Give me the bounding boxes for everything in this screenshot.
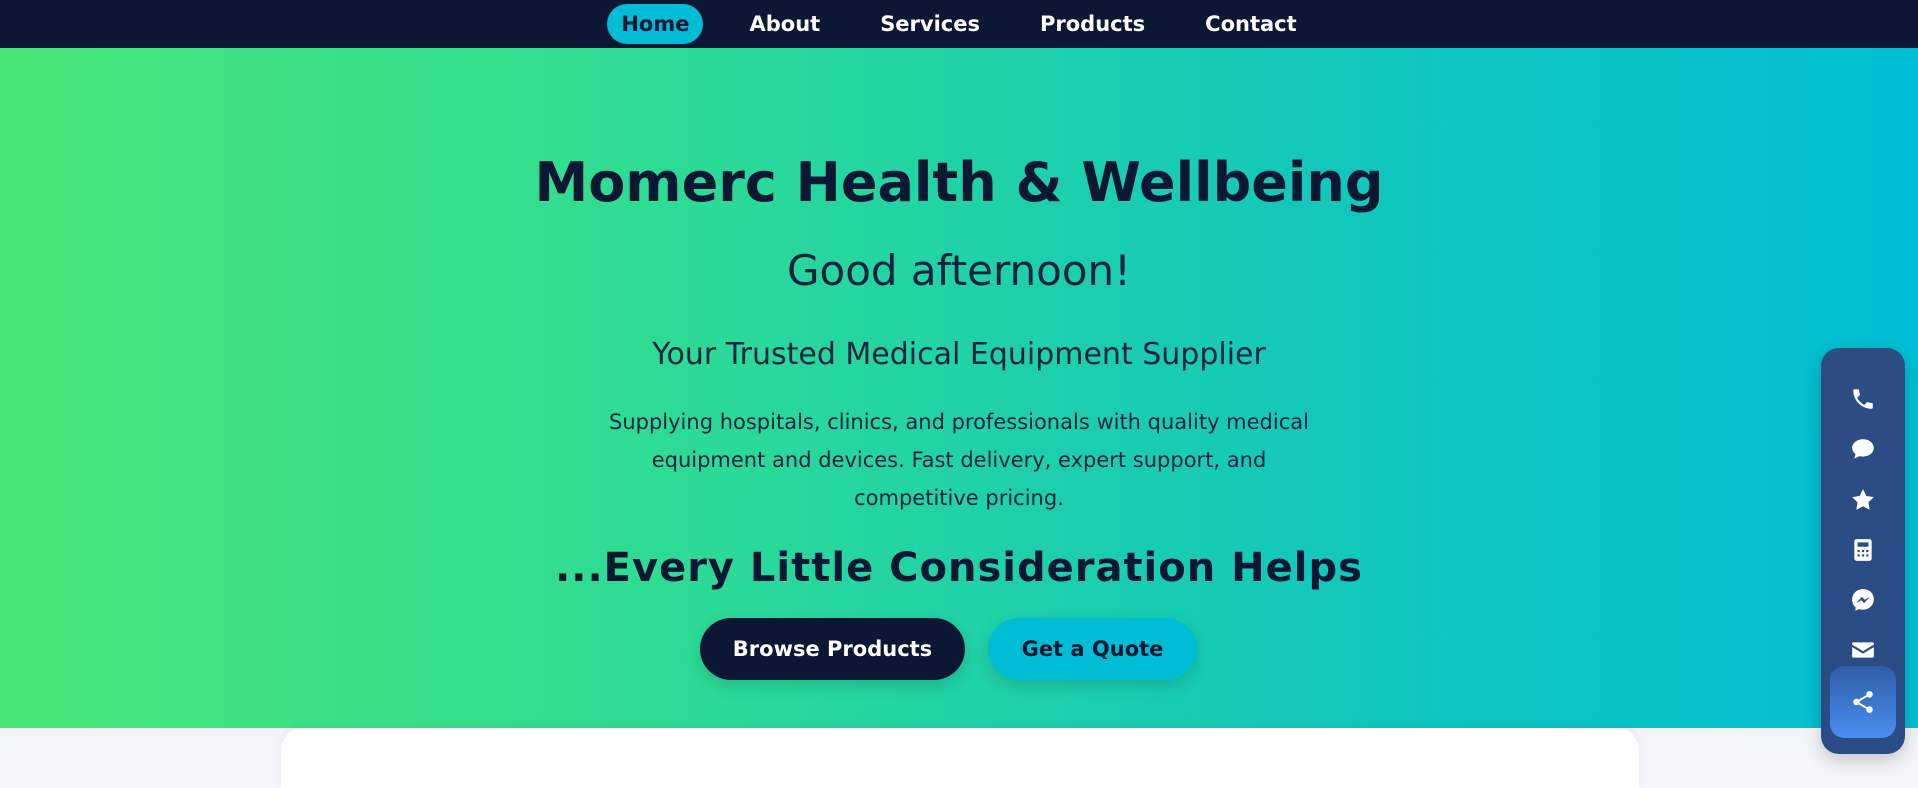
get-quote-button[interactable]: Get a Quote: [988, 618, 1197, 680]
nav-contact[interactable]: Contact: [1191, 4, 1311, 44]
star-icon[interactable]: [1831, 478, 1895, 522]
nav-home[interactable]: Home: [607, 4, 704, 44]
hero-motto: ...Every Little Consideration Helps: [555, 545, 1363, 591]
messenger-icon[interactable]: [1831, 578, 1895, 622]
share-icon[interactable]: [1830, 666, 1896, 738]
nav-products[interactable]: Products: [1026, 4, 1159, 44]
browse-products-button[interactable]: Browse Products: [700, 618, 965, 680]
chat-icon[interactable]: [1831, 427, 1895, 471]
hero-title: Momerc Health & Wellbeing: [534, 151, 1384, 214]
phone-icon[interactable]: [1831, 377, 1895, 421]
calculator-icon[interactable]: [1831, 528, 1895, 572]
greeting-text: Good afternoon!: [786, 246, 1132, 295]
top-navigation: Home About Services Products Contact: [0, 0, 1918, 48]
hero-tagline: Your Trusted Medical Equipment Supplier: [652, 337, 1266, 372]
nav-services[interactable]: Services: [866, 4, 994, 44]
nav-about[interactable]: About: [735, 4, 834, 44]
content-card: [281, 728, 1639, 788]
hero-section: Momerc Health & Wellbeing Good afternoon…: [0, 48, 1918, 728]
contact-dock: [1821, 348, 1905, 754]
hero-description: Supplying hospitals, clinics, and profes…: [609, 410, 1309, 510]
